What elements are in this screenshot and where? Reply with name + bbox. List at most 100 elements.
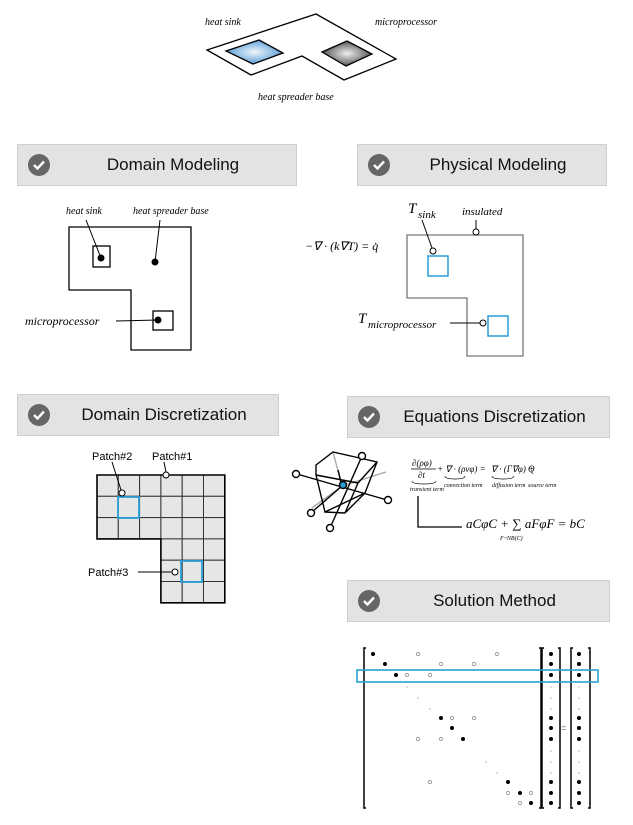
mesh-cell xyxy=(96,495,119,519)
sparse-matrix-system: = xyxy=(356,647,599,809)
matrix-entry xyxy=(485,761,487,763)
equals-sign: = xyxy=(561,723,566,733)
mesh-cell xyxy=(160,474,183,497)
vector-entry xyxy=(577,780,581,784)
matrix-entry xyxy=(416,737,420,741)
label-microprocessor: microprocessor xyxy=(25,314,100,328)
label-heat-sink: heat sink xyxy=(205,17,241,28)
vector-entry xyxy=(549,737,553,741)
matrix-entry xyxy=(529,801,533,805)
mesh-cell xyxy=(181,474,204,497)
svg-text:sink: sink xyxy=(418,209,437,221)
mesh-cell xyxy=(160,495,183,519)
svg-text:∂(ρφ): ∂(ρφ) xyxy=(412,458,432,468)
mesh-cell xyxy=(139,495,162,519)
vector-entry xyxy=(550,686,552,688)
vector-entry xyxy=(550,761,552,763)
mesh-cell xyxy=(203,495,226,519)
matrix-entry xyxy=(472,662,476,666)
vector-entry xyxy=(578,697,580,699)
mesh-cell xyxy=(181,559,204,583)
vector-entry xyxy=(549,662,553,666)
mesh-cell xyxy=(181,495,204,519)
matrix-entry xyxy=(406,686,408,688)
mesh-cell xyxy=(96,474,119,497)
label-patch-3: Patch#3 xyxy=(88,567,128,579)
vector-entry xyxy=(577,716,581,720)
matrix-entry xyxy=(383,662,387,666)
mesh-cell xyxy=(160,538,183,561)
matrix-entry xyxy=(394,673,398,677)
matrix-entry xyxy=(439,662,443,666)
matrix-entry xyxy=(417,697,419,699)
svg-text:∂t: ∂t xyxy=(418,470,425,480)
svg-text:+ ∇ · (ρvφ) =: + ∇ · (ρvφ) = xyxy=(437,464,486,474)
vector-entry xyxy=(577,737,581,741)
matrix-entry xyxy=(518,791,522,795)
mesh-cell xyxy=(203,559,226,583)
mesh-cell xyxy=(181,517,204,540)
matrix-entry xyxy=(461,737,465,741)
matrix-entry xyxy=(529,791,533,795)
svg-text:Q: Q xyxy=(528,464,535,474)
mesh-cell xyxy=(203,474,226,497)
heat-spreader-3d: heat sink microprocessor heat spreader b… xyxy=(205,13,437,103)
vector-entry xyxy=(550,708,552,710)
label-t-sink: T xyxy=(408,201,418,217)
vector-entry xyxy=(549,673,553,677)
heat-equation: −∇ · (k∇T) = q̇ xyxy=(305,239,378,253)
mesh-cell xyxy=(160,517,183,540)
svg-text:convection term: convection term xyxy=(444,483,483,489)
matrix-entry xyxy=(506,780,510,784)
matrix-entry xyxy=(416,652,420,656)
label-insulated: insulated xyxy=(462,206,503,218)
vector-entry xyxy=(578,708,580,710)
mesh-cell xyxy=(96,517,119,540)
transport-equation: ∂(ρφ) ∂t + ∇ · (ρvφ) = ∇ · (Γ∇φ) + Q tra… xyxy=(410,458,585,542)
mesh-cell xyxy=(160,581,183,604)
matrix-entry xyxy=(439,716,443,720)
matrix-entry xyxy=(506,791,510,795)
highlighted-row xyxy=(356,669,599,683)
vector-entry xyxy=(578,750,580,752)
matrix-entry xyxy=(495,652,499,656)
label-patch-2: Patch#2 xyxy=(92,451,132,463)
matrix-entry xyxy=(428,780,432,784)
svg-text:microprocessor: microprocessor xyxy=(368,319,437,331)
vector-entry xyxy=(577,801,581,805)
vector-entry xyxy=(550,697,552,699)
physical-model-drawing: −∇ · (k∇T) = q̇ T sink insulated T micro… xyxy=(305,201,524,357)
vector-entry xyxy=(577,673,581,677)
mesh-cell xyxy=(117,517,141,540)
label-t-micro: T xyxy=(358,311,368,327)
mesh-cell xyxy=(203,517,226,540)
label-heat-sink: heat sink xyxy=(66,206,102,217)
vector-entry xyxy=(549,716,553,720)
vector-entry xyxy=(549,780,553,784)
mesh-cell xyxy=(160,559,183,583)
vector-entry xyxy=(549,791,553,795)
vector-entry xyxy=(549,652,553,656)
matrix-entry xyxy=(496,772,498,774)
mesh-cell xyxy=(139,517,162,540)
vector-entry xyxy=(578,772,580,774)
svg-text:source term: source term xyxy=(528,483,557,489)
matrix-entry xyxy=(428,673,432,677)
domain-model-drawing: heat sink heat spreader base microproces… xyxy=(25,206,209,351)
mesh-cell xyxy=(203,581,226,604)
matrix-entry xyxy=(429,708,431,710)
vector-entry xyxy=(577,726,581,730)
mesh-cell xyxy=(181,581,204,604)
label-base: heat spreader base xyxy=(133,206,209,217)
mesh-cell xyxy=(139,474,162,497)
vector-entry xyxy=(550,750,552,752)
matrix-entry xyxy=(450,726,454,730)
matrix-entry xyxy=(472,716,476,720)
matrix-entry xyxy=(518,801,522,805)
discrete-equation: aCφC + ∑ aFφF = bC xyxy=(466,516,585,531)
control-volume-cube xyxy=(291,451,393,533)
matrix-entry xyxy=(439,737,443,741)
matrix-entry xyxy=(405,673,409,677)
matrix-entry xyxy=(371,652,375,656)
vector-entry xyxy=(578,686,580,688)
